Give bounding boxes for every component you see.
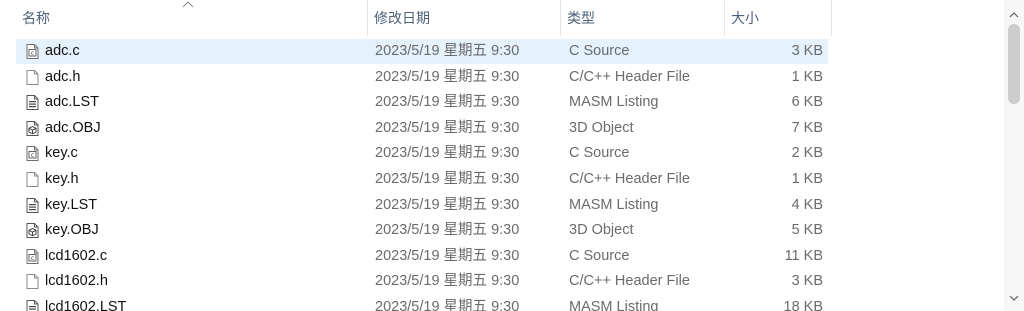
- file-size: 18 KB: [783, 299, 824, 311]
- file-name: key.LST: [45, 196, 98, 213]
- file-name: adc.OBJ: [45, 119, 101, 136]
- file-name: lcd1602.LST: [45, 299, 127, 311]
- file-type: C Source: [569, 43, 630, 59]
- file-name: lcd1602.h: [45, 273, 108, 290]
- column-header-row: 名称 修改日期 类型 大小: [0, 0, 1004, 36]
- column-header-name-label: 名称: [22, 10, 50, 26]
- file-size: 6 KB: [791, 94, 823, 111]
- column-header-date[interactable]: 修改日期: [367, 0, 560, 36]
- file-type: 3D Object: [569, 119, 634, 136]
- column-header-date-label: 修改日期: [374, 10, 430, 26]
- file-type: C/C++ Header File: [569, 68, 690, 85]
- file-size: 7 KB: [791, 119, 823, 136]
- file-type: C Source: [569, 247, 630, 264]
- file-date-modified: 2023/5/19 星期五 9:30: [375, 299, 520, 311]
- file-type: MASM Listing: [569, 299, 659, 311]
- scrollbar-thumb[interactable]: [1008, 24, 1020, 104]
- file-date-modified: 2023/5/19 星期五 9:30: [375, 68, 520, 85]
- file-type: C/C++ Header File: [569, 273, 690, 290]
- scroll-down-icon[interactable]: [1004, 289, 1024, 307]
- file-size: 4 KB: [791, 196, 823, 213]
- c-source-file-icon: c: [24, 244, 40, 269]
- blank-file-icon: [24, 269, 40, 294]
- file-row[interactable]: adc.OBJ 2023/5/19 星期五 9:30 3D Object 7 KB: [16, 116, 828, 141]
- file-size: 5 KB: [791, 222, 823, 239]
- file-name: key.OBJ: [45, 222, 99, 239]
- file-name: adc.c: [45, 43, 80, 59]
- c-source-file-icon: c: [24, 39, 40, 64]
- file-row[interactable]: adc.h 2023/5/19 星期五 9:30 C/C++ Header File…: [16, 65, 828, 90]
- blank-file-icon: [24, 167, 40, 192]
- text-file-icon: [24, 90, 40, 115]
- file-row[interactable]: adc.LST 2023/5/19 星期五 9:30 MASM Listing 6 K…: [16, 90, 828, 115]
- file-size: 1 KB: [791, 171, 823, 187]
- file-date-modified: 2023/5/19 星期五 9:30: [375, 145, 520, 162]
- file-name: adc.h: [45, 68, 81, 85]
- file-row[interactable]: c adc.c 2023/5/19 星期五 9:30 C Source 3 KB: [16, 39, 828, 64]
- c-source-file-icon: c: [24, 141, 40, 166]
- sort-ascending-icon: [182, 1, 194, 8]
- text-file-icon: [24, 295, 40, 311]
- file-date-modified: 2023/5/19 星期五 9:30: [375, 171, 520, 187]
- file-size: 1 KB: [791, 68, 823, 85]
- svg-text:c: c: [30, 256, 33, 262]
- file-row[interactable]: lcd1602.h 2023/5/19 星期五 9:30 C/C++ Header …: [16, 269, 828, 294]
- file-explorer-list: 名称 修改日期 类型 大小 c adc.c 2023/5/19 星期五 9:30 C …: [0, 0, 1024, 311]
- file-name: key.h: [45, 171, 79, 187]
- file-row[interactable]: key.LST 2023/5/19 星期五 9:30 MASM Listing 4 K…: [16, 193, 828, 218]
- file-date-modified: 2023/5/19 星期五 9:30: [375, 196, 520, 213]
- file-row[interactable]: lcd1602.LST 2023/5/19 星期五 9:30 MASM Listin…: [16, 295, 828, 311]
- file-size: 11 KB: [784, 247, 823, 264]
- file-type: MASM Listing: [569, 196, 659, 213]
- column-header-type-label: 类型: [567, 10, 595, 26]
- svg-text:c: c: [30, 51, 33, 57]
- file-date-modified: 2023/5/19 星期五 9:30: [375, 273, 520, 290]
- svg-text:c: c: [30, 153, 33, 159]
- file-date-modified: 2023/5/19 星期五 9:30: [375, 94, 520, 111]
- file-size: 3 KB: [791, 273, 823, 290]
- column-header-type[interactable]: 类型: [560, 0, 724, 36]
- 3d-object-file-icon: [24, 218, 40, 243]
- file-type: 3D Object: [569, 222, 634, 239]
- text-file-icon: [24, 193, 40, 218]
- file-size: 3 KB: [791, 43, 823, 59]
- file-date-modified: 2023/5/19 星期五 9:30: [375, 222, 520, 239]
- file-date-modified: 2023/5/19 星期五 9:30: [375, 119, 520, 136]
- vertical-scrollbar[interactable]: [1004, 0, 1024, 311]
- file-row[interactable]: key.h 2023/5/19 星期五 9:30 C/C++ Header File…: [16, 167, 828, 192]
- file-type: C Source: [569, 145, 630, 162]
- file-type: C/C++ Header File: [569, 171, 690, 187]
- file-name: key.c: [45, 145, 78, 162]
- scroll-up-icon[interactable]: [1004, 6, 1024, 24]
- column-header-size-label: 大小: [731, 10, 759, 26]
- file-row[interactable]: c key.c 2023/5/19 星期五 9:30 C Source 2 KB: [16, 141, 828, 166]
- file-date-modified: 2023/5/19 星期五 9:30: [375, 43, 520, 59]
- file-name: lcd1602.c: [45, 247, 108, 264]
- file-row[interactable]: key.OBJ 2023/5/19 星期五 9:30 3D Object 5 KB: [16, 218, 828, 243]
- file-name: adc.LST: [45, 94, 99, 111]
- 3d-object-file-icon: [24, 116, 40, 141]
- file-size: 2 KB: [791, 145, 823, 162]
- file-date-modified: 2023/5/19 星期五 9:30: [375, 247, 520, 264]
- file-type: MASM Listing: [569, 94, 659, 111]
- column-header-size[interactable]: 大小: [724, 0, 832, 36]
- blank-file-icon: [24, 65, 40, 90]
- file-row[interactable]: c lcd1602.c 2023/5/19 星期五 9:30 C Source 11 K…: [16, 244, 828, 269]
